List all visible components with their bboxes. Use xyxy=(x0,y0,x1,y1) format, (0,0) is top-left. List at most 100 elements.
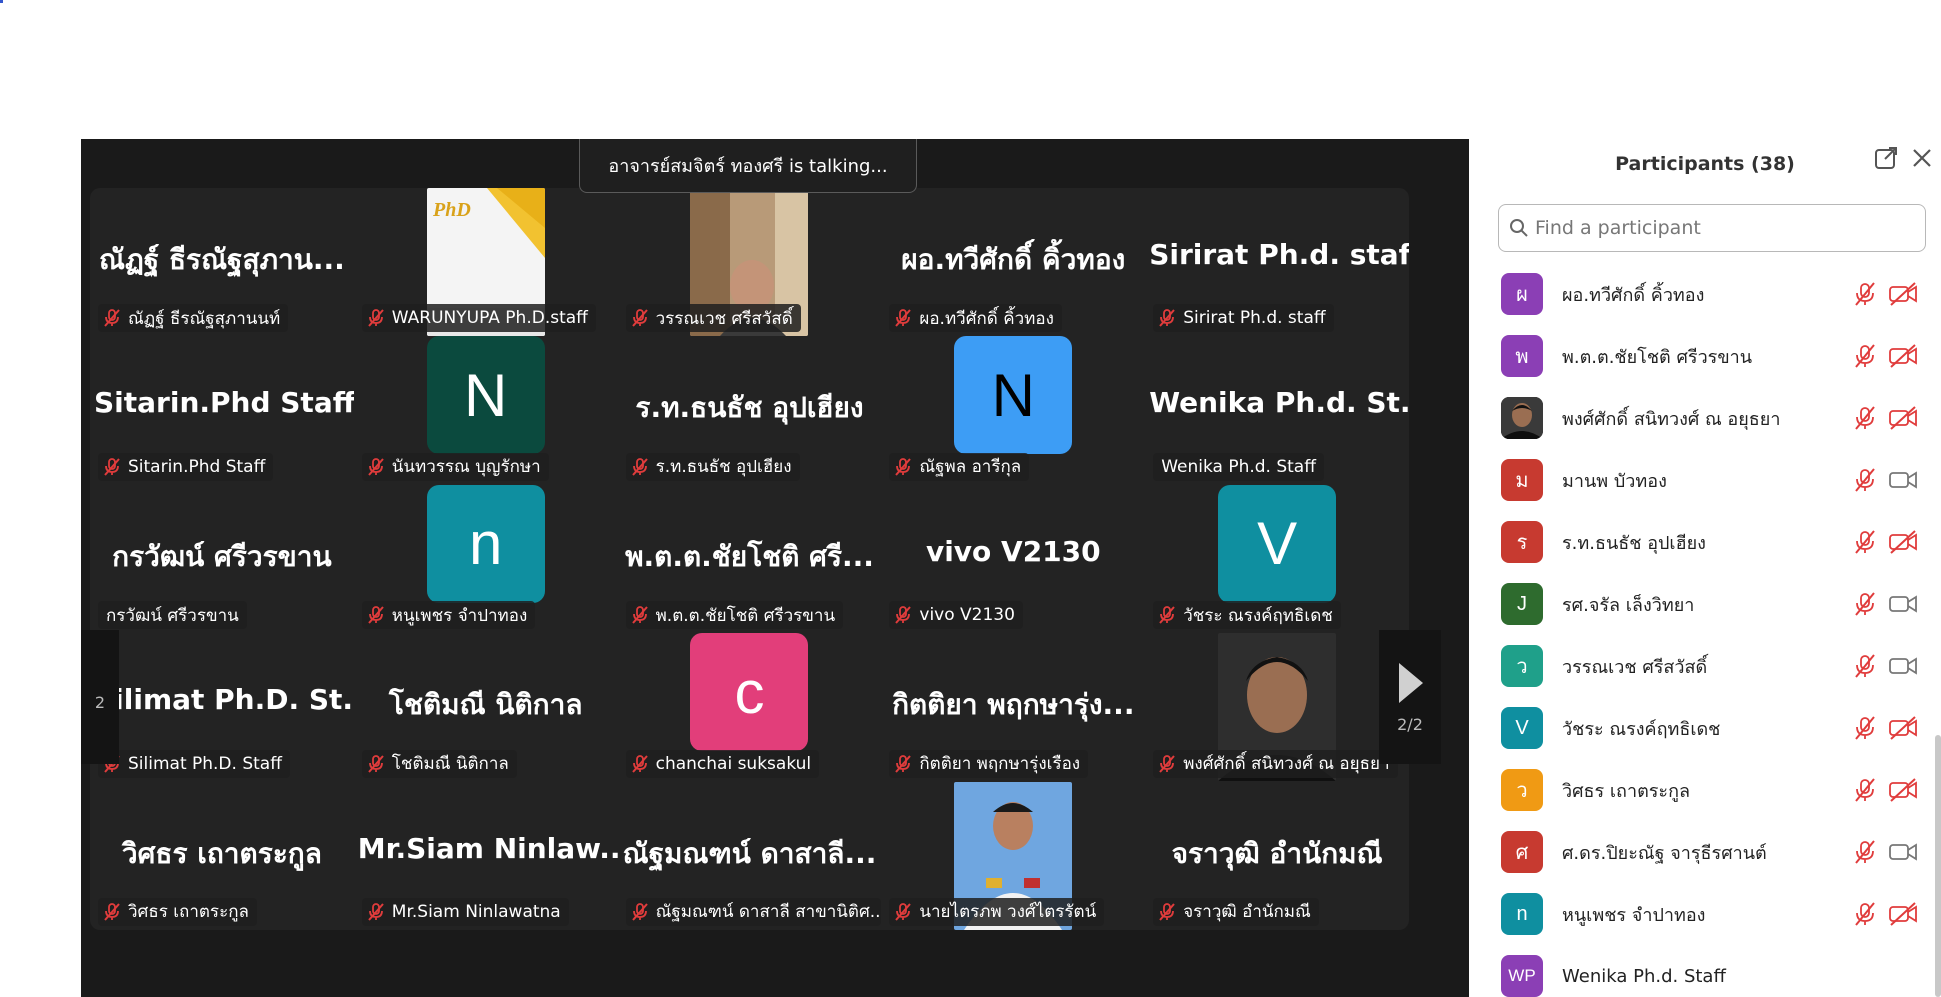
video-tile[interactable]: วรรณเวช ศรีสวัสดิ์ xyxy=(618,188,882,336)
participant-row[interactable]: ผ ผอ.ทวีศักดิ์ คิ้วทอง xyxy=(1469,263,1941,325)
corner-dot xyxy=(0,0,3,3)
video-off-icon[interactable] xyxy=(1888,405,1918,431)
video-tile[interactable]: N นันทวรรณ บุญรักษา xyxy=(354,336,618,484)
mic-muted-icon[interactable] xyxy=(1852,405,1878,431)
mic-muted-icon xyxy=(895,457,912,476)
video-tile[interactable]: กรวัฒน์ ศรีวรขาน กรวัฒน์ ศรีวรขาน xyxy=(90,485,354,633)
participant-row[interactable]: ว วิศธร เถาตระกูล xyxy=(1469,759,1941,821)
mic-muted-icon[interactable] xyxy=(1852,715,1878,741)
mic-muted-icon[interactable] xyxy=(1852,653,1878,679)
tile-display-name: ผอ.ทวีศักดิ์ คิ้วทอง xyxy=(901,243,1126,276)
participant-row[interactable]: WP Wenika Ph.d. Staff xyxy=(1469,945,1941,997)
video-tile[interactable]: ผอ.ทวีศักดิ์ คิ้วทอง ผอ.ทวีศักดิ์ คิ้วทอ… xyxy=(881,188,1145,336)
video-tile[interactable]: วิศธร เถาตระกูล วิศธร เถาตระกูล xyxy=(90,782,354,930)
video-tile[interactable]: Silimat Ph.D. St... Silimat Ph.D. Staff xyxy=(90,633,354,781)
video-off-icon[interactable] xyxy=(1888,901,1918,927)
video-tile[interactable]: Sitarin.Phd Staff Sitarin.Phd Staff xyxy=(90,336,354,484)
tile-name-label: กิตติยา พฤกษารุ่งเรือง xyxy=(889,749,1089,778)
mic-muted-icon[interactable] xyxy=(1852,901,1878,927)
tile-name: นันทวรรณ บุญรักษา xyxy=(391,457,541,478)
video-off-icon[interactable] xyxy=(1888,529,1918,555)
video-tile[interactable]: ณัฐมณฑน์ ดาสาลี... ณัฐมณฑน์ ดาสาลี สาขาน… xyxy=(618,782,882,930)
video-camera-icon[interactable] xyxy=(1888,839,1918,865)
tile-display-name: Mr.Siam Ninlaw... xyxy=(357,831,618,865)
tile-display-name: วิศธร เถาตระกูล xyxy=(121,836,322,870)
participant-avatar: ว xyxy=(1501,769,1543,811)
tile-display-name: vivo V2130 xyxy=(925,534,1101,568)
participant-row[interactable]: ม มานพ บัวทอง xyxy=(1469,449,1941,511)
video-camera-icon[interactable] xyxy=(1888,653,1918,679)
tile-name: ผอ.ทวีศักดิ์ คิ้วทอง xyxy=(919,308,1054,329)
participant-row[interactable]: V วัชระ ณรงค์ฤทธิเดช xyxy=(1469,697,1941,759)
mic-muted-icon xyxy=(368,903,384,921)
video-tile[interactable]: vivo V2130 vivo V2130 xyxy=(881,485,1145,633)
participant-row[interactable]: ร ร.ท.ธนธัช อุปเฮียง xyxy=(1469,511,1941,573)
video-tile[interactable]: c chanchai suksakul xyxy=(618,633,882,781)
previous-page-button[interactable]: 2 xyxy=(81,630,119,764)
mic-muted-icon[interactable] xyxy=(1852,529,1878,555)
mic-muted-icon[interactable] xyxy=(1852,839,1878,865)
video-tile[interactable]: PhD WARUNYUPA Ph.D.staff xyxy=(354,188,618,336)
video-tile[interactable]: กิตติยา พฤกษารุ่ง... กิตติยา พฤกษารุ่งเร… xyxy=(881,633,1145,781)
participant-row[interactable]: J รศ.จรัล เล็งวิทยา xyxy=(1469,573,1941,635)
video-tile[interactable]: Mr.Siam Ninlaw... Mr.Siam Ninlawatna xyxy=(354,782,618,930)
participant-search[interactable] xyxy=(1498,204,1926,252)
video-camera-icon[interactable] xyxy=(1888,591,1918,617)
next-page-button[interactable]: 2/2 xyxy=(1379,630,1441,764)
video-tile[interactable]: ณัฏฐ์ ธีรณัฐสุภาน... ณัฏฐ์ ธีรณัฐสุภานนท… xyxy=(90,188,354,336)
mic-muted-icon xyxy=(1159,606,1175,624)
svg-text:PhD: PhD xyxy=(432,199,471,221)
tile-name-label: ผอ.ทวีศักดิ์ คิ้วทอง xyxy=(889,304,1062,333)
video-off-icon[interactable] xyxy=(1888,281,1918,307)
mic-muted-icon xyxy=(1159,903,1175,921)
tile-name-label: vivo V2130 xyxy=(889,601,1023,630)
mic-muted-icon[interactable] xyxy=(1852,777,1878,803)
mic-muted-icon xyxy=(895,309,912,328)
participant-row[interactable]: n หนูเพชร จำปาทอง xyxy=(1469,883,1941,945)
participant-name: วรรณเวช ศรีสวัสดิ์ xyxy=(1562,656,1708,678)
tile-name: วิศธร เถาตระกูล xyxy=(128,902,249,923)
video-tile[interactable]: โชติมณี นิติกาล โชติมณี นิติกาล xyxy=(354,633,618,781)
close-icon[interactable] xyxy=(1909,145,1935,171)
video-tile[interactable]: n หนูเพชร จำปาทอง xyxy=(354,484,618,633)
video-tile[interactable]: Sirirat Ph.d. staff Sirirat Ph.d. staff xyxy=(1145,188,1409,336)
tile-name: กรวัฒน์ ศรีวรขาน xyxy=(106,605,239,626)
participant-row[interactable]: พงศ์ศักดิ์ สนิทวงศ์ ณ อยุธยา xyxy=(1469,387,1941,449)
video-camera-icon[interactable] xyxy=(1888,467,1918,493)
panel-header: Participants (38) xyxy=(1469,139,1941,189)
tile-name: ร.ท.ธนธัช อุปเฮียง xyxy=(655,457,792,478)
tile-name: ณัฐมณฑน์ ดาสาลี สาขานิติศ... xyxy=(655,902,881,923)
tile-name: chanchai suksakul xyxy=(655,753,812,774)
search-input[interactable] xyxy=(1535,217,1915,239)
video-tile[interactable]: พงศ์ศักดิ์ สนิทวงศ์ ณ อยุธยา xyxy=(1145,633,1409,782)
tile-name: จราวุฒิ อำนักมณี xyxy=(1183,902,1311,923)
mic-muted-icon[interactable] xyxy=(1852,343,1878,369)
participant-row[interactable]: พ พ.ต.ต.ชัยโชติ ศรีวรขาน xyxy=(1469,325,1941,387)
video-tile[interactable]: ร.ท.ธนธัช อุปเฮียง ร.ท.ธนธัช อุปเฮียง xyxy=(618,336,882,484)
video-tile[interactable]: พ.ต.ต.ชัยโชติ ศรี... พ.ต.ต.ชัยโชติ ศรีวร… xyxy=(618,485,882,633)
participant-row[interactable]: ว วรรณเวช ศรีสวัสดิ์ xyxy=(1469,635,1941,697)
video-tile[interactable]: N ณัฐพล อารีกุล xyxy=(881,336,1145,484)
video-off-icon[interactable] xyxy=(1888,777,1918,803)
video-tile[interactable]: Wenika Ph.d. St... Wenika Ph.d. Staff xyxy=(1145,336,1409,484)
video-tile[interactable]: V วัชระ ณรงค์ฤทธิเดช xyxy=(1145,484,1409,633)
popout-icon[interactable] xyxy=(1873,145,1899,171)
participants-panel: Participants (38) ผ ผอ.ทวีศักดิ์ คิ้วทอง … xyxy=(1469,139,1941,997)
tile-name: หนูเพชร จำปาทอง xyxy=(391,605,528,626)
mic-muted-icon[interactable] xyxy=(1852,591,1878,617)
video-off-icon[interactable] xyxy=(1888,715,1918,741)
tile-name-label: นายไตรภพ วงศ์ไตรรัตน์ xyxy=(889,897,1105,926)
mic-muted-icon xyxy=(1159,754,1175,773)
video-tile[interactable]: จราวุฒิ อำนักมณี จราวุฒิ อำนักมณี xyxy=(1145,782,1409,930)
participant-row[interactable]: ศ ศ.ดร.ปิยะณัฐ จารุธีรศานต์ xyxy=(1469,821,1941,883)
tile-display-name: พ.ต.ต.ชัยโชติ ศรี... xyxy=(625,539,874,573)
mic-muted-icon[interactable] xyxy=(1852,281,1878,307)
participant-avatar: J xyxy=(1501,583,1543,625)
mic-muted-icon[interactable] xyxy=(1852,467,1878,493)
video-off-icon[interactable] xyxy=(1888,343,1918,369)
mic-muted-icon xyxy=(368,309,384,328)
video-tile[interactable]: นายไตรภพ วงศ์ไตรรัตน์ xyxy=(881,781,1145,930)
participant-avatar: n xyxy=(1501,893,1543,935)
scrollbar[interactable] xyxy=(1935,735,1941,997)
mic-muted-icon xyxy=(104,457,120,476)
